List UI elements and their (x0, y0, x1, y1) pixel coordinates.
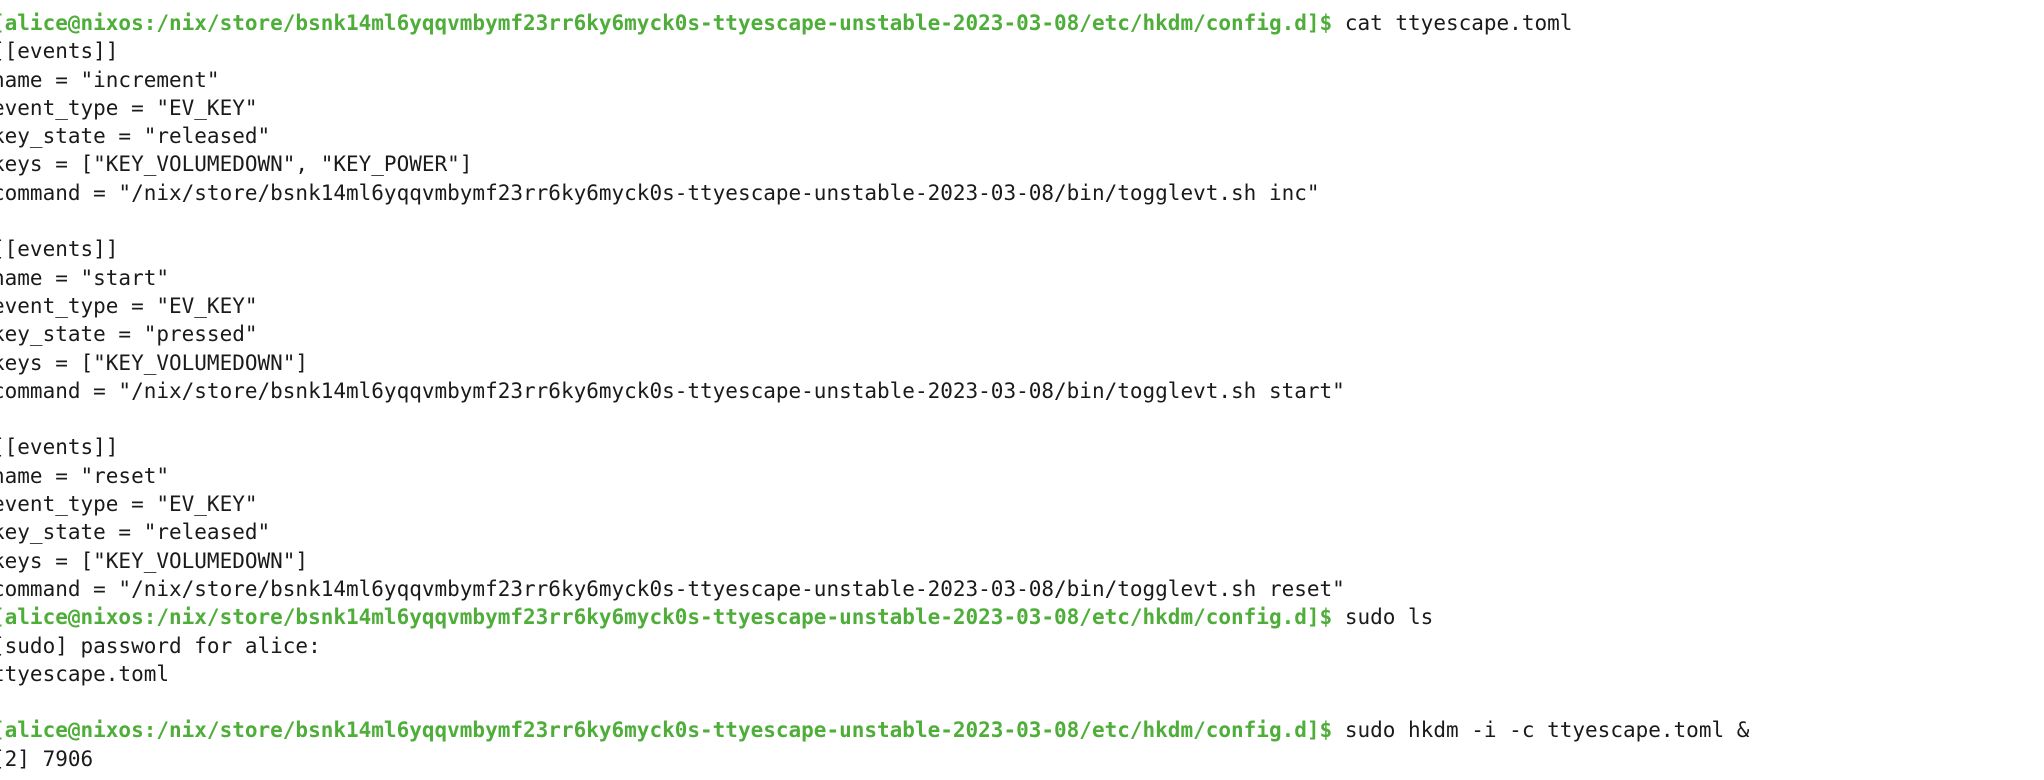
output-line: command = "/nix/store/bsnk14ml6yqqvmbymf… (0, 378, 1345, 403)
prompt-line: [alice@nixos:/nix/store/bsnk14ml6yqqvmby… (0, 603, 2044, 631)
prompt-line: [alice@nixos:/nix/store/bsnk14ml6yqqvmby… (0, 716, 2044, 744)
shell-command: sudo ls (1332, 605, 1434, 630)
output-line: [[events]] (0, 435, 119, 460)
shell-prompt: [alice@nixos:/nix/store/bsnk14ml6yqqvmby… (0, 605, 1333, 630)
output-line: command = "/nix/store/bsnk14ml6yqqvmbymf… (0, 576, 1345, 601)
output-line: event_type = "EV_KEY" (0, 293, 258, 318)
output-line: event_type = "EV_KEY" (0, 492, 258, 517)
output-line: key_state = "pressed" (0, 322, 258, 347)
output-line: name = "reset" (0, 463, 170, 488)
output-line: keys = ["KEY_VOLUMEDOWN"] (0, 548, 309, 573)
output-line: [2] 7906 (0, 746, 94, 771)
output-line: name = "start" (0, 265, 170, 290)
output-line: [sudo] password for alice: (0, 633, 321, 658)
output-line: event_type = "EV_KEY" (0, 95, 258, 120)
output-line: name = "increment" (0, 67, 220, 92)
output-line: [[events]] (0, 237, 119, 262)
output-line: keys = ["KEY_VOLUMEDOWN", "KEY_POWER"] (0, 152, 473, 177)
shell-prompt: [alice@nixos:/nix/store/bsnk14ml6yqqvmby… (0, 11, 1333, 35)
output-line: [[events]] (0, 39, 119, 64)
shell-command: sudo hkdm -i -c ttyescape.toml & (1332, 718, 1750, 743)
output-line: command = "/nix/store/bsnk14ml6yqqvmbymf… (0, 180, 1320, 205)
shell-prompt: [alice@nixos:/nix/store/bsnk14ml6yqqvmby… (0, 718, 1333, 743)
output-line: keys = ["KEY_VOLUMEDOWN"] (0, 350, 309, 375)
terminal-output[interactable]: [alice@nixos:/nix/store/bsnk14ml6yqqvmby… (0, 9, 2044, 773)
shell-command: cat ttyescape.toml (1332, 11, 1573, 35)
output-line: key_state = "released" (0, 520, 271, 545)
prompt-line: [alice@nixos:/nix/store/bsnk14ml6yqqvmby… (0, 9, 2044, 37)
output-line: ttyescape.toml (0, 661, 170, 686)
output-line: key_state = "released" (0, 124, 271, 149)
